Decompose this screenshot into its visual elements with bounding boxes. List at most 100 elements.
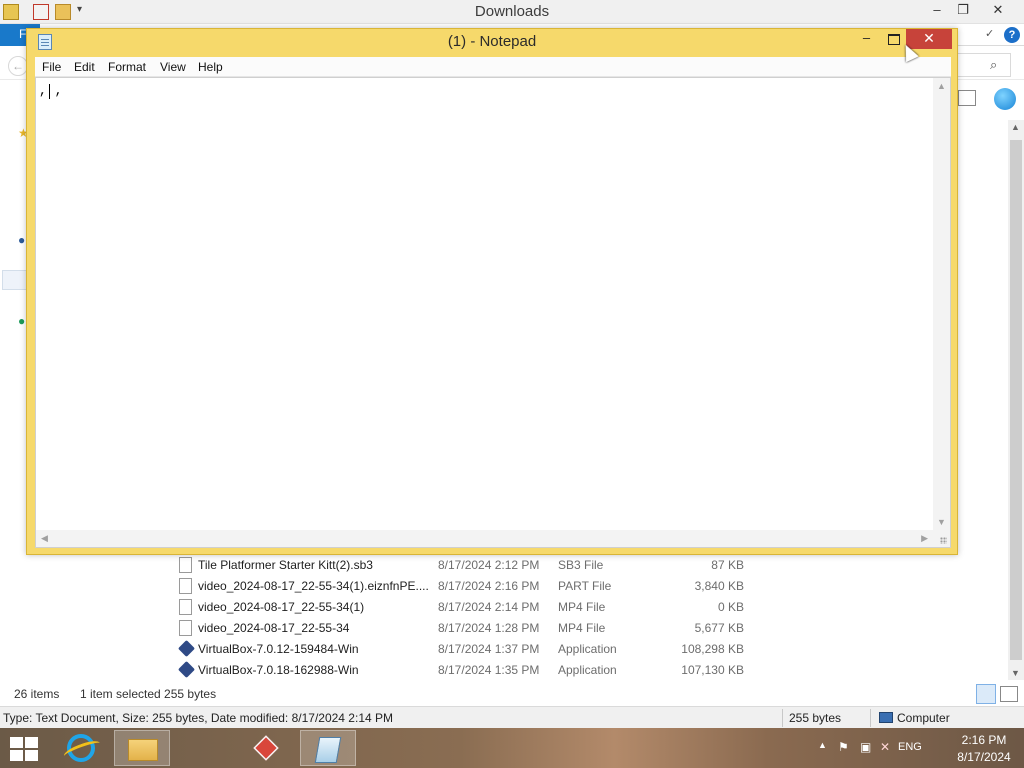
file-name: Tile Platformer Starter Kitt(2).sb3 xyxy=(198,558,373,572)
volume-muted-icon[interactable]: ✕ xyxy=(880,740,890,754)
red-cube-icon xyxy=(253,735,279,761)
document-icon xyxy=(179,620,192,636)
selected-file-details: Type: Text Document, Size: 255 bytes, Da… xyxy=(3,711,393,725)
file-type: Application xyxy=(558,642,617,656)
menu-help[interactable]: Help xyxy=(198,60,223,74)
search-input[interactable] xyxy=(955,53,1011,77)
scroll-down-icon[interactable]: ▼ xyxy=(937,517,946,527)
file-row[interactable]: VirtualBox-7.0.18-162988-Win 8/17/2024 1… xyxy=(0,660,1000,681)
notepad-horizontal-scrollbar[interactable]: ◀ ▶ xyxy=(36,530,933,547)
explorer-right-toolbar xyxy=(958,88,1024,112)
document-icon xyxy=(179,557,192,573)
explorer-vertical-scrollbar[interactable]: ▲ ▼ xyxy=(1008,120,1024,680)
file-name: video_2024-08-17_22-55-34(1) xyxy=(198,600,365,614)
action-center-flag-icon[interactable]: ⚑ xyxy=(838,740,849,754)
file-name: video_2024-08-17_22-55-34 xyxy=(198,621,350,635)
taskbar: ▲ ⚑ ▣ ✕ ENG 2:16 PM 8/17/2024 xyxy=(0,728,1024,768)
explorer-maximize-button[interactable]: ❐ xyxy=(950,0,976,22)
large-icons-view-button[interactable] xyxy=(1000,686,1018,702)
document-icon xyxy=(179,599,192,615)
file-row[interactable]: video_2024-08-17_22-55-34(1) 8/17/2024 2… xyxy=(0,597,1000,618)
selection-info: 1 item selected 255 bytes xyxy=(80,687,217,701)
scrollbar-thumb[interactable] xyxy=(1010,140,1022,660)
divider xyxy=(782,709,783,727)
file-date: 8/17/2024 1:28 PM xyxy=(438,621,540,635)
show-hidden-icons-icon[interactable]: ▲ xyxy=(818,740,827,750)
scroll-up-icon[interactable]: ▲ xyxy=(1011,122,1020,132)
chevron-down-icon[interactable]: ✓ xyxy=(985,27,994,40)
internet-explorer-icon xyxy=(67,734,95,762)
globe-icon[interactable] xyxy=(994,88,1016,110)
item-count: 26 items xyxy=(14,687,60,701)
file-size: 5,677 KB xyxy=(694,621,744,635)
file-name: VirtualBox-7.0.18-162988-Win xyxy=(198,663,359,677)
file-row[interactable]: Tile Platformer Starter Kitt(2).sb3 8/17… xyxy=(0,555,1000,576)
virtualbox-icon xyxy=(178,661,195,678)
homegroup-icon[interactable]: ● xyxy=(18,233,25,247)
file-date: 8/17/2024 2:12 PM xyxy=(438,558,540,572)
file-type: PART File xyxy=(558,579,612,593)
scroll-left-icon[interactable]: ◀ xyxy=(41,533,48,544)
language-indicator[interactable]: ENG xyxy=(898,741,922,753)
view-icon[interactable] xyxy=(958,90,976,106)
taskbar-red-cube-app[interactable] xyxy=(238,730,294,766)
virtualbox-icon xyxy=(178,640,195,657)
resize-grip-icon[interactable] xyxy=(933,530,950,547)
explorer-minimize-button[interactable]: – xyxy=(924,0,950,22)
scroll-down-icon[interactable]: ▼ xyxy=(1011,668,1020,678)
file-size: 87 KB xyxy=(711,558,744,572)
file-date: 8/17/2024 2:16 PM xyxy=(438,579,540,593)
notepad-menu-bar: File Edit Format View Help xyxy=(35,57,951,77)
explorer-titlebar: ▾ Downloads – ❐ ✕ xyxy=(0,0,1024,24)
notepad-icon xyxy=(314,737,342,763)
taskbar-file-explorer[interactable] xyxy=(114,730,170,766)
file-name: VirtualBox-7.0.12-159484-Win xyxy=(198,642,359,656)
notepad-minimize-button[interactable]: – xyxy=(854,29,879,49)
file-name: video_2024-08-17_22-55-34(1).eiznfnPE...… xyxy=(198,579,429,593)
details-bar: Type: Text Document, Size: 255 bytes, Da… xyxy=(0,706,1024,728)
file-type: Application xyxy=(558,663,617,677)
notepad-titlebar[interactable]: (1) - Notepad – ✕ xyxy=(27,29,957,57)
network-icon[interactable]: ▣ xyxy=(860,740,871,754)
scroll-up-icon[interactable]: ▲ xyxy=(937,81,946,91)
explorer-close-button[interactable]: ✕ xyxy=(976,0,1020,22)
system-tray: ▲ ⚑ ▣ ✕ ENG 2:16 PM 8/17/2024 xyxy=(804,728,1024,768)
file-size: 3,840 KB xyxy=(694,579,744,593)
network-icon[interactable]: ● xyxy=(18,314,25,328)
file-size: 0 KB xyxy=(717,600,744,614)
file-date: 8/17/2024 2:14 PM xyxy=(438,600,540,614)
file-row[interactable]: video_2024-08-17_22-55-34 8/17/2024 1:28… xyxy=(0,618,1000,639)
back-button[interactable]: ← xyxy=(8,56,28,76)
clock-date[interactable]: 8/17/2024 xyxy=(952,750,1016,764)
computer-icon xyxy=(879,712,893,723)
menu-file[interactable]: File xyxy=(42,60,61,74)
menu-view[interactable]: View xyxy=(160,60,186,74)
taskbar-notepad[interactable] xyxy=(300,730,356,766)
file-row[interactable]: VirtualBox-7.0.12-159484-Win 8/17/2024 1… xyxy=(0,639,1000,660)
file-row[interactable]: video_2024-08-17_22-55-34(1).eiznfnPE...… xyxy=(0,576,1000,597)
search-icon[interactable]: ⌕ xyxy=(990,57,997,73)
file-size: 108,298 KB xyxy=(681,642,744,656)
scroll-right-icon[interactable]: ▶ xyxy=(921,533,928,544)
explorer-status-bar: 26 items 1 item selected 255 bytes xyxy=(0,684,1024,706)
menu-edit[interactable]: Edit xyxy=(74,60,95,74)
details-view-button[interactable] xyxy=(976,684,996,704)
file-type: MP4 File xyxy=(558,600,606,614)
file-date: 8/17/2024 1:35 PM xyxy=(438,663,540,677)
file-date: 8/17/2024 1:37 PM xyxy=(438,642,540,656)
text-caret xyxy=(49,84,50,99)
help-icon[interactable]: ? xyxy=(1004,27,1020,43)
start-button[interactable] xyxy=(8,735,40,761)
notepad-text-area[interactable]: , , ▲ ▼ ◀ ▶ xyxy=(35,77,951,548)
notepad-window: (1) - Notepad – ✕ File Edit Format View … xyxy=(26,28,958,555)
clock-time[interactable]: 2:16 PM xyxy=(954,733,1014,747)
file-size: 107,130 KB xyxy=(681,663,744,677)
explorer-title: Downloads xyxy=(474,3,550,20)
menu-format[interactable]: Format xyxy=(108,60,146,74)
location-label: Computer xyxy=(897,711,950,725)
notepad-vertical-scrollbar[interactable]: ▲ ▼ xyxy=(933,78,950,530)
document-icon xyxy=(179,578,192,594)
folder-icon xyxy=(128,739,158,761)
taskbar-internet-explorer[interactable] xyxy=(52,730,108,766)
file-type: MP4 File xyxy=(558,621,606,635)
